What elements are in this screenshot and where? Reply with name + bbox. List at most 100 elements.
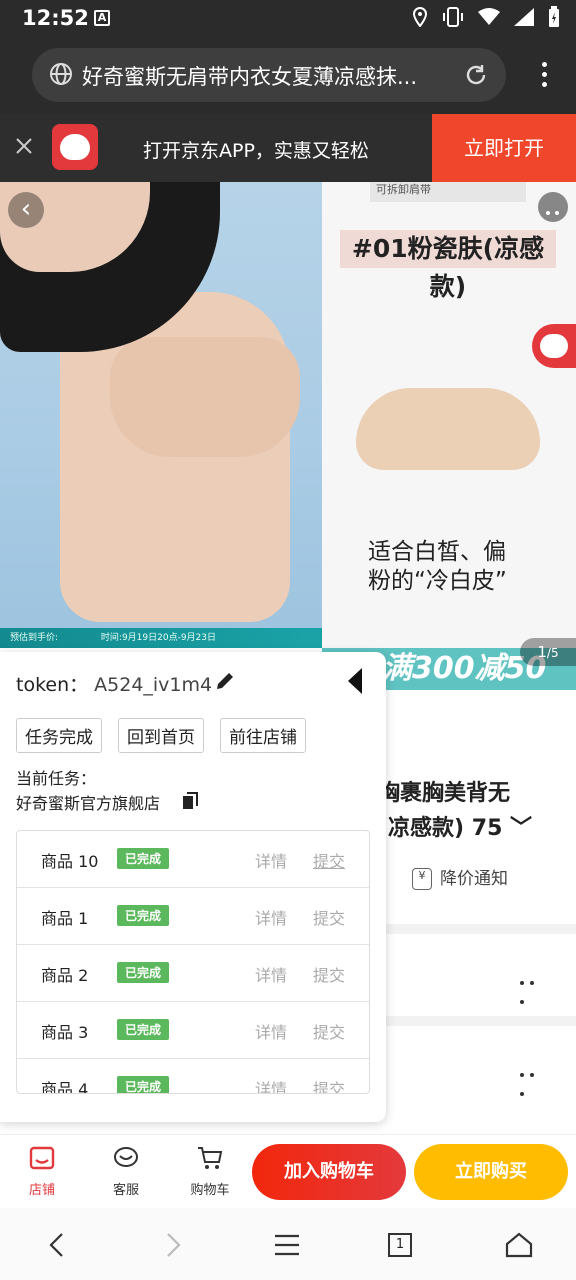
submit-link[interactable]: 提交 [313, 1019, 345, 1043]
store-label: 店铺 [28, 1183, 55, 1198]
accessibility-icon: A [94, 10, 110, 26]
home-icon[interactable] [504, 1230, 534, 1260]
product-title-line-2: (凉感款) 75 ﹀ [378, 810, 532, 842]
battery-icon [548, 6, 560, 32]
globe-icon [50, 63, 72, 85]
token-label: token： [16, 674, 89, 696]
table-row: 商品 4 已完成 详情 提交 [17, 1059, 369, 1093]
store-icon [29, 1146, 55, 1170]
menu-icon[interactable] [272, 1230, 302, 1260]
location-icon [412, 6, 428, 31]
more-dots-icon[interactable] [520, 970, 548, 1004]
price-bar-time: 时间:9月19日20点-9月23日 [100, 633, 217, 643]
cart-icon [198, 1147, 223, 1169]
detail-link[interactable]: 详情 [255, 905, 287, 929]
submit-link[interactable]: 提交 [313, 848, 345, 872]
price-notify-button[interactable]: ¥ 降价通知 [412, 864, 508, 890]
cart-tab[interactable]: 购物车 [180, 1145, 240, 1198]
add-to-cart-button[interactable]: 加入购物车 [252, 1144, 406, 1200]
shopping-action-bar: 店铺 客服 购物车 加入购物车 立即购买 [0, 1134, 576, 1208]
status-badge: 已完成 [117, 848, 170, 869]
open-app-button[interactable]: 立即打开 [432, 114, 576, 182]
cart-label: 购物车 [190, 1183, 230, 1198]
product-image-carousel[interactable]: 预估到手价: 时间:9月19日20点-9月23日 可拆卸肩带 #01粉瓷肤(凉感… [0, 182, 576, 690]
bra-product-image [356, 388, 540, 470]
jd-logo-icon [52, 124, 98, 170]
product-title-line-2-text: (凉感款) 75 [378, 816, 503, 841]
status-badge: 已完成 [117, 1019, 170, 1040]
pager-total: /5 [546, 646, 559, 660]
signal-icon [514, 8, 534, 30]
task-complete-button[interactable]: 任务完成 [16, 718, 102, 753]
service-tab[interactable]: 客服 [96, 1145, 156, 1198]
browser-toolbar: 好奇蜜斯无肩带内衣女夏薄凉感抹... [0, 36, 576, 114]
caption-line-2: 粉的“冷白皮” [368, 568, 507, 594]
status-icons [412, 6, 560, 32]
submit-link[interactable]: 提交 [313, 1076, 345, 1093]
product-caption: 适合白皙、偏 粉的“冷白皮” [368, 538, 548, 596]
system-nav-bar: 1 [0, 1208, 576, 1280]
product-name: 商品 3 [41, 1023, 89, 1042]
chat-icon [114, 1147, 138, 1167]
submit-link[interactable]: 提交 [313, 962, 345, 986]
product-title-line-1: 胸裹胸美背无 [378, 781, 511, 806]
detail-link[interactable]: 详情 [255, 1076, 287, 1093]
chevron-down-icon[interactable]: ﹀ [502, 816, 532, 841]
detail-link[interactable]: 详情 [255, 962, 287, 986]
table-row: 商品 10 已完成 详情 提交 [17, 831, 369, 888]
price-notify-label: 降价通知 [440, 869, 508, 889]
estimated-price-bar: 预估到手价: 时间:9月19日20点-9月23日 [0, 628, 322, 648]
jd-float-icon[interactable] [532, 324, 576, 368]
product-name: 商品 10 [41, 852, 99, 871]
back-arrow-icon[interactable]: ‹ [8, 192, 44, 228]
price-tag-icon: ¥ [412, 868, 432, 890]
buy-now-button[interactable]: 立即购买 [414, 1144, 568, 1200]
current-task-name: 好奇蜜斯官方旗舰店 [16, 794, 161, 813]
tabs-icon[interactable]: 1 [388, 1233, 412, 1257]
close-icon[interactable] [14, 136, 34, 156]
back-icon[interactable] [42, 1230, 72, 1260]
url-text[interactable]: 好奇蜜斯无肩带内衣女夏薄凉感抹... [82, 61, 452, 91]
table-row: 商品 2 已完成 详情 提交 [17, 945, 369, 1002]
token-value: A524_iv1m4 [94, 674, 213, 696]
caption-line-1: 适合白皙、偏 [368, 539, 506, 565]
forward-icon[interactable] [158, 1230, 188, 1260]
color-label: #01粉瓷肤(凉感款) [340, 230, 556, 301]
price-bar-label: 预估到手价: [10, 633, 59, 643]
model-photo [0, 182, 322, 648]
address-bar[interactable]: 好奇蜜斯无肩带内衣女夏薄凉感抹... [32, 48, 506, 102]
vibrate-icon [442, 7, 464, 31]
detail-link[interactable]: 详情 [255, 1019, 287, 1043]
current-task-label: 当前任务： [16, 769, 97, 788]
token-row: token： A524_iv1m4 [16, 670, 212, 697]
status-badge: 已完成 [117, 962, 170, 983]
task-panel: token： A524_iv1m4 任务完成 回到首页 前往店铺 当前任务： 好奇… [0, 652, 386, 1122]
panel-actions: 任务完成 回到首页 前往店铺 [16, 718, 306, 753]
more-dots-icon[interactable] [520, 1062, 548, 1096]
status-badge: 已完成 [117, 1076, 170, 1093]
more-dots-icon[interactable] [538, 192, 568, 222]
table-row: 商品 3 已完成 详情 提交 [17, 1002, 369, 1059]
collapse-panel-icon[interactable] [348, 668, 362, 694]
service-label: 客服 [112, 1183, 139, 1198]
back-home-button[interactable]: 回到首页 [118, 718, 204, 753]
store-tab[interactable]: 店铺 [12, 1145, 72, 1198]
copy-icon[interactable] [182, 792, 198, 810]
wifi-icon [478, 8, 500, 30]
submit-link[interactable]: 提交 [313, 905, 345, 929]
status-time: 12:52 [22, 6, 89, 30]
status-bar: 12:52 A [0, 0, 576, 36]
status-badge: 已完成 [117, 905, 170, 926]
image-pager: 1/5 [520, 638, 576, 666]
edit-pencil-icon[interactable] [214, 670, 236, 692]
reload-icon[interactable] [462, 61, 490, 89]
product-name: 商品 2 [41, 966, 89, 985]
go-store-button[interactable]: 前往店铺 [220, 718, 306, 753]
menu-kebab-icon[interactable] [540, 62, 548, 90]
product-name: 商品 1 [41, 909, 89, 928]
banner-text: 打开京东APP，实惠又轻松 [143, 140, 369, 162]
task-list: 商品 10 已完成 详情 提交 商品 1 已完成 详情 提交 商品 2 已完成 … [16, 830, 370, 1094]
table-row: 商品 1 已完成 详情 提交 [17, 888, 369, 945]
detail-link[interactable]: 详情 [255, 848, 287, 872]
strap-label: 可拆卸肩带 [370, 182, 526, 202]
